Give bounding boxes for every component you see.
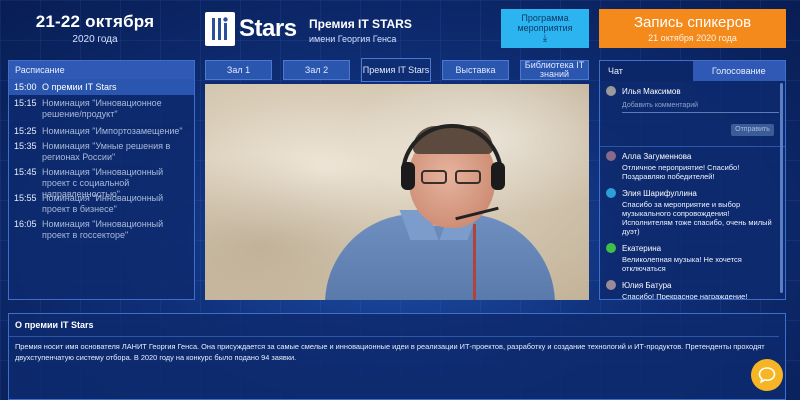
tab-library[interactable]: Библиотека IT знаний <box>520 60 589 80</box>
chat-message: Алла Загуменнова Отличное пероприятие! С… <box>600 147 785 184</box>
message-text: Спасибо за мероприятие и выбор музыкальн… <box>622 200 772 236</box>
logo-emblem-icon <box>205 12 235 46</box>
event-date-main: 21-22 октября <box>35 12 155 31</box>
event-date: 21-22 октября 2020 года <box>30 12 160 45</box>
tab-hall-2[interactable]: Зал 2 <box>283 60 350 80</box>
send-button[interactable]: Отправить <box>731 124 774 136</box>
schedule-name: Номинация "Инновационный проект с социал… <box>42 167 164 199</box>
chat-fab-button[interactable] <box>751 359 783 391</box>
schedule-item[interactable]: 15:45 Номинация "Инновационный проект с … <box>9 164 194 199</box>
schedule-name: Номинация "Инновационный проект в госсек… <box>42 219 164 240</box>
schedule-time: 15:25 <box>14 126 37 136</box>
program-button-label: Программа мероприятия <box>517 13 573 33</box>
chat-panel: Чат Голосование Илья Максимов Добавить к… <box>599 60 786 300</box>
schedule-time: 15:55 <box>14 193 37 203</box>
schedule-time: 16:05 <box>14 219 37 229</box>
message-author: Екатерина <box>622 243 662 253</box>
schedule-item[interactable]: 16:05 Номинация "Инновационный проект в … <box>9 216 194 242</box>
program-button[interactable]: Программа мероприятия ⤓ <box>501 9 589 48</box>
prize-title-block: Премия IT STARS имени Георгия Генса <box>309 17 412 44</box>
event-date-year: 2020 года <box>72 34 118 45</box>
prize-subtitle: имени Георгия Генса <box>309 34 397 44</box>
current-user-name: Илья Максимов <box>622 86 681 96</box>
info-text: Премия носит имя основателя ЛАНИТ Георги… <box>9 336 779 367</box>
chat-scrollbar[interactable] <box>780 83 783 293</box>
chat-tabs: Чат Голосование <box>600 61 785 81</box>
message-author: Элия Шарифуллина <box>622 188 697 198</box>
message-text: Великолепная музыка! Не хочется отключат… <box>622 255 742 273</box>
schedule-item[interactable]: 15:25 Номинация "Импортозамещение" <box>9 123 194 136</box>
logo-text: Stars <box>239 15 297 42</box>
tab-voting[interactable]: Голосование <box>692 61 785 81</box>
headset-earcup-left <box>401 162 415 190</box>
comment-input[interactable]: Добавить комментарий <box>622 102 779 113</box>
user-avatar <box>606 86 616 96</box>
video-player[interactable] <box>205 84 589 300</box>
tab-hall-1[interactable]: Зал 1 <box>205 60 272 80</box>
current-user: Илья Максимов <box>606 86 779 96</box>
speakers-recording-button[interactable]: Запись спикеров 21 октября 2020 года <box>599 9 786 48</box>
schedule-item[interactable]: 15:55 Номинация "Инновационный проект в … <box>9 190 194 216</box>
schedule-item[interactable]: 15:35 Номинация "Умные решения в региона… <box>9 138 194 164</box>
tab-exhibition[interactable]: Выставка <box>442 60 509 80</box>
schedule-item[interactable]: 15:00 О премии IT Stars <box>9 79 194 95</box>
tab-it-stars[interactable]: Премия IT Stars <box>361 58 431 82</box>
message-author: Юлия Батура <box>622 280 672 290</box>
schedule-name: Номинация "Умные решения в регионах Росс… <box>42 141 171 162</box>
schedule-time: 15:15 <box>14 98 37 108</box>
user-avatar <box>606 280 616 290</box>
chat-message: Элия Шарифуллина Спасибо за мероприятие … <box>600 184 785 239</box>
message-text: Отличное пероприятие! Спасибо! Поздравля… <box>622 163 740 181</box>
schedule-name: Номинация "Инновационный проект в бизнес… <box>42 193 164 214</box>
schedule-time: 15:00 <box>14 82 37 92</box>
schedule-name: О премии IT Stars <box>42 82 117 92</box>
tab-chat[interactable]: Чат <box>600 61 693 81</box>
speakers-button-label: Запись спикеров <box>633 14 752 31</box>
schedule-name: Номинация "Инновационное решение/продукт… <box>42 98 162 119</box>
schedule-name: Номинация "Импортозамещение" <box>42 126 183 136</box>
speaker-lanyard <box>473 224 476 300</box>
speakers-button-date: 21 октября 2020 года <box>648 33 737 43</box>
schedule-item[interactable]: 15:15 Номинация "Инновационное решение/п… <box>9 95 194 121</box>
chat-compose: Илья Максимов Добавить комментарий <box>600 81 785 147</box>
download-icon: ⤓ <box>542 33 548 44</box>
info-panel: О премии IT Stars Премия носит имя основ… <box>8 313 786 400</box>
chat-message: Екатерина Великолепная музыка! Не хочетс… <box>600 239 785 276</box>
prize-title: Премия IT STARS <box>309 17 412 31</box>
chat-message: Юлия Батура Спасибо! Прекрасное награжде… <box>600 276 785 300</box>
schedule-time: 15:45 <box>14 167 37 177</box>
user-avatar <box>606 243 616 253</box>
message-author: Алла Загуменнова <box>622 151 692 161</box>
message-text: Спасибо! Прекрасное награждение! Поздрав… <box>622 292 748 300</box>
it-stars-logo[interactable]: Stars <box>205 11 300 47</box>
schedule-title: Расписание <box>9 61 194 79</box>
schedule-time: 15:35 <box>14 141 37 151</box>
info-title: О премии IT Stars <box>15 320 94 330</box>
headset-earcup-right <box>491 162 505 190</box>
user-avatar <box>606 151 616 161</box>
user-avatar <box>606 188 616 198</box>
chat-bubble-icon <box>758 367 776 384</box>
schedule-panel: Расписание 15:00 О премии IT Stars 15:15… <box>8 60 195 300</box>
